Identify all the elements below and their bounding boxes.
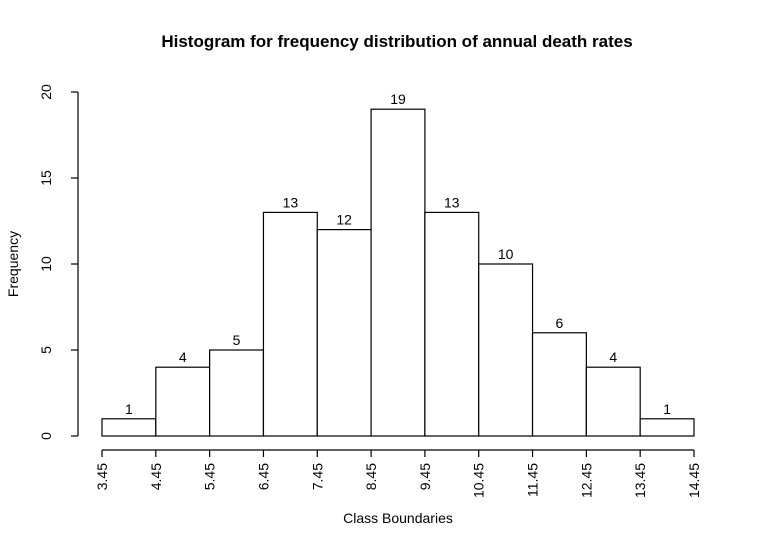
bar-value-label: 6 xyxy=(556,315,564,331)
bar-value-label: 1 xyxy=(663,401,671,417)
histogram-bar xyxy=(155,366,211,437)
bar-value-label: 1 xyxy=(125,401,133,417)
histogram-bar xyxy=(370,108,426,437)
chart-title: Histogram for frequency distribution of … xyxy=(161,32,632,51)
x-tick-label: 8.45 xyxy=(363,463,379,490)
x-tick-label: 12.45 xyxy=(578,463,594,498)
y-tick-label: 0 xyxy=(38,432,54,440)
y-tick-label: 15 xyxy=(38,170,54,186)
histogram-chart: Histogram for frequency distribution of … xyxy=(5,32,702,526)
x-tick-label: 11.45 xyxy=(525,463,541,497)
y-tick-label: 20 xyxy=(38,84,54,100)
histogram-bar xyxy=(531,332,587,437)
bar-value-label: 19 xyxy=(390,91,406,107)
x-tick-label: 6.45 xyxy=(255,463,271,490)
x-tick-label: 9.45 xyxy=(417,463,433,490)
bar-value-label: 12 xyxy=(336,212,352,228)
x-tick-label: 13.45 xyxy=(632,463,648,498)
y-axis-label: Frequency xyxy=(5,231,21,297)
histogram-bar xyxy=(424,211,480,437)
bar-value-label: 5 xyxy=(233,332,241,348)
x-tick-label: 7.45 xyxy=(309,463,325,490)
bar-value-label: 13 xyxy=(283,194,299,210)
y-tick-label: 10 xyxy=(38,256,54,272)
bar-value-label: 13 xyxy=(444,194,460,210)
y-axis: 0 5 10 15 20 xyxy=(38,84,79,440)
x-axis-label: Class Boundaries xyxy=(343,510,453,526)
x-tick-label: 3.45 xyxy=(94,463,110,490)
histogram-bar xyxy=(639,418,695,437)
x-tick-label: 10.45 xyxy=(471,463,487,498)
y-tick-label: 5 xyxy=(38,346,54,354)
histogram-bar xyxy=(585,366,641,437)
bars-group: 1 4 5 13 12 19 13 10 6 4 1 xyxy=(101,91,695,437)
histogram-bar xyxy=(209,349,265,437)
x-tick-label: 14.45 xyxy=(686,463,702,498)
x-tick-label: 4.45 xyxy=(148,463,164,490)
histogram-bar xyxy=(316,229,372,437)
histogram-bar xyxy=(262,211,318,437)
histogram-bar xyxy=(101,418,157,437)
x-tick-label: 5.45 xyxy=(202,463,218,490)
x-axis: 3.45 4.45 5.45 6.45 7.45 8.45 9.45 10.45 11.45 12… xyxy=(94,449,702,498)
bar-value-label: 10 xyxy=(498,246,514,262)
histogram-bar xyxy=(478,263,534,437)
bar-value-label: 4 xyxy=(609,349,617,365)
bar-value-label: 4 xyxy=(179,349,187,365)
